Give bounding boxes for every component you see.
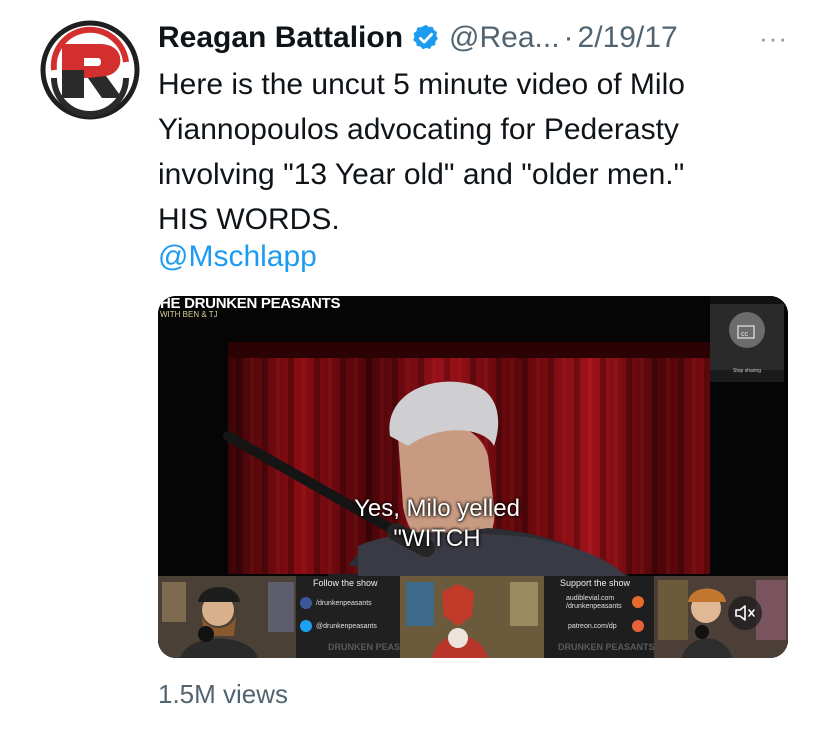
show-subtitle: WITH BEN & TJ [160, 310, 218, 319]
pip-stop-sharing-label: Stop sharing [733, 368, 762, 374]
caption-line: Yes, Milo yelled [354, 495, 520, 522]
support-line: patreon.com/dp [568, 623, 617, 630]
svg-text:DRUNKEN PEASANTS: DRUNKEN PEASANTS [558, 642, 655, 652]
svg-text:cc: cc [741, 331, 749, 338]
support-line: /drunkenpeasants [566, 603, 622, 610]
tweet-text: Here is the uncut 5 minute video of Milo… [158, 62, 798, 242]
twitter-handle: @drunkenpeasants [316, 623, 377, 630]
follow-label: Follow the show [313, 578, 378, 588]
support-label: Support the show [560, 578, 631, 588]
separator-dot: · [563, 21, 574, 54]
video-frame: cc DRUNKEN PEASANTS DRUNKEN PEASANTS [158, 296, 788, 658]
tweet-text-line: involving "13 Year old" and "older men." [158, 158, 685, 191]
video-player[interactable]: cc DRUNKEN PEASANTS DRUNKEN PEASANTS HE … [158, 296, 788, 658]
reagan-battalion-r-logo-icon [40, 20, 140, 120]
verified-badge-icon [411, 23, 441, 53]
avatar[interactable] [40, 20, 140, 120]
tweet-text-line: Here is the uncut 5 minute video of Milo [158, 68, 685, 101]
tweet-header: Reagan Battalion @Rea... · 2/19/17 ··· [158, 16, 788, 60]
caption-line: "WITCH [393, 525, 481, 552]
tweet[interactable]: Reagan Battalion @Rea... · 2/19/17 ··· H… [0, 0, 828, 730]
video-caption: Yes, Milo yelled "WITCH [158, 494, 716, 554]
view-count: 1.5M views [158, 679, 289, 709]
author-handle[interactable]: @Rea... [449, 16, 560, 60]
more-options-icon[interactable]: ··· [759, 20, 788, 56]
mention-link[interactable]: @Mschlapp [158, 234, 317, 279]
tweet-date[interactable]: 2/19/17 [578, 16, 678, 60]
author-name[interactable]: Reagan Battalion [158, 16, 403, 60]
tweet-text-line: Yiannopoulos advocating for Pederasty [158, 113, 679, 146]
support-line: audiblevial.com [566, 595, 615, 602]
facebook-handle: /drunkenpeasants [316, 600, 372, 607]
mute-toggle-icon[interactable] [728, 596, 762, 630]
